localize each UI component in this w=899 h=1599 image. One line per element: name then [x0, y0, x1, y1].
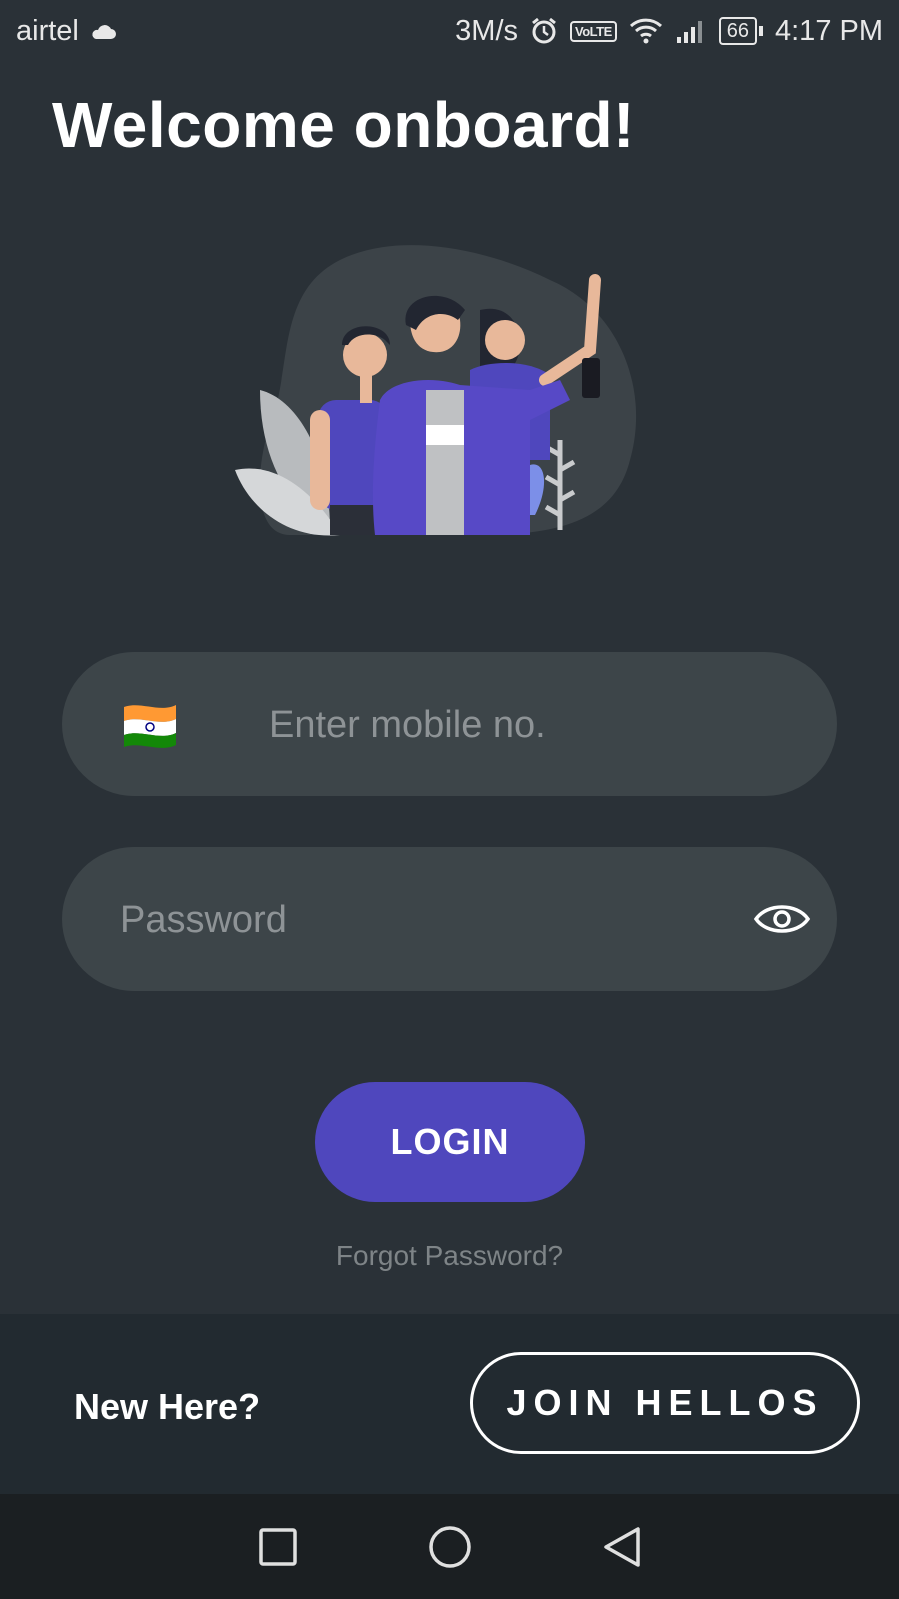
network-speed: 3M/s [455, 14, 518, 47]
clock: 4:17 PM [775, 14, 883, 47]
status-bar: airtel 3M/s VoLTE 66 4:17 PM [0, 0, 899, 62]
join-button[interactable]: JOIN HELLOS [470, 1352, 860, 1454]
status-right: 3M/s VoLTE 66 4:17 PM [455, 15, 883, 48]
volte-badge: VoLTE [570, 20, 617, 42]
login-button[interactable]: LOGIN [315, 1082, 585, 1202]
password-input[interactable] [118, 847, 682, 993]
triangle-back-icon[interactable] [602, 1525, 642, 1569]
eye-icon[interactable] [753, 899, 811, 939]
square-recents-icon[interactable] [258, 1527, 298, 1567]
battery-level: 66 [718, 17, 757, 45]
alarm-icon [532, 17, 556, 44]
password-field[interactable] [62, 847, 837, 993]
footer: New Here? JOIN HELLOS [0, 1314, 899, 1494]
cloud-icon [92, 25, 116, 39]
friends-selfie-illustration [235, 245, 637, 536]
circle-home-icon[interactable] [428, 1525, 472, 1569]
new-here-text: New Here? [74, 1386, 261, 1427]
wifi-icon [629, 18, 662, 44]
mobile-field[interactable] [62, 652, 837, 798]
forgot-password-link[interactable]: Forgot Password? [0, 1240, 899, 1272]
status-left: airtel [16, 15, 117, 48]
signal-icon [676, 21, 702, 43]
india-flag-icon[interactable] [120, 699, 180, 749]
mobile-input[interactable] [267, 652, 791, 798]
battery-tip [759, 26, 763, 36]
battery-indicator: 66 [718, 17, 763, 45]
carrier-name: airtel [16, 14, 79, 47]
page-title: Welcome onboard! [52, 89, 635, 161]
navigation-bar [0, 1494, 899, 1599]
